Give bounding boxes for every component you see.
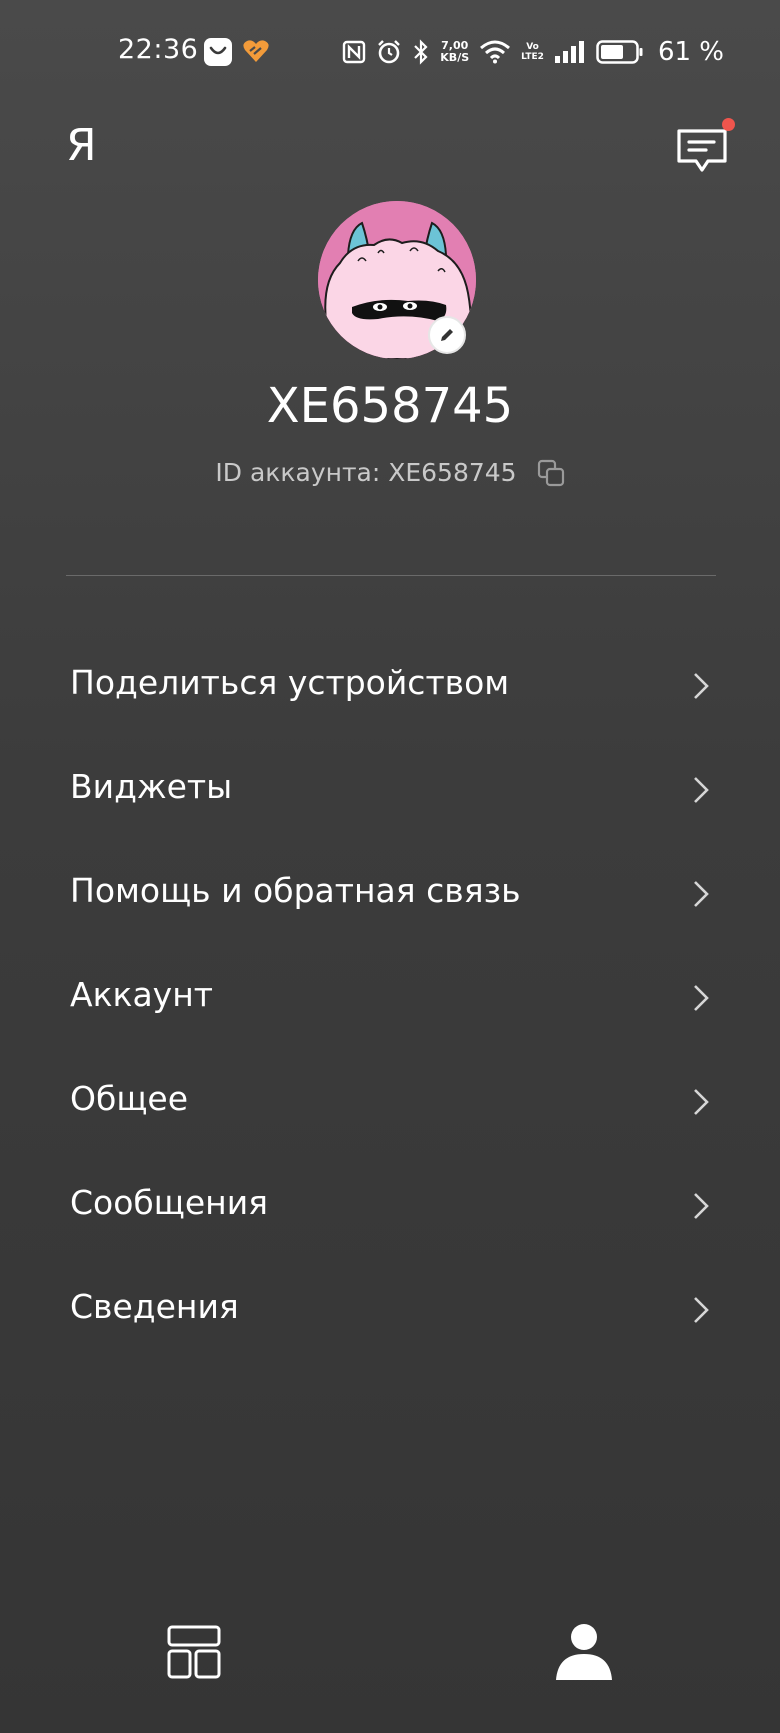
menu-item-share-device[interactable]: Поделиться устройством	[0, 633, 780, 737]
menu-item-label: Помощь и обратная связь	[70, 871, 521, 910]
account-id: ID аккаунта: XE658745	[215, 458, 517, 487]
menu-item-about[interactable]: Сведения	[0, 1257, 780, 1361]
menu-item-label: Сообщения	[70, 1183, 269, 1222]
status-icons: 7,00 KB/S Vo LTE2 61 %	[342, 32, 724, 72]
menu-item-label: Виджеты	[70, 767, 233, 806]
messages-button[interactable]	[676, 128, 732, 180]
signal-icon	[554, 41, 586, 63]
nav-home-button[interactable]	[166, 1624, 222, 1680]
page-title: Я	[66, 120, 97, 171]
app-heart-icon	[242, 38, 270, 68]
copy-icon[interactable]	[537, 459, 565, 487]
chevron-right-icon	[694, 985, 709, 1011]
menu-item-label: Сведения	[70, 1287, 239, 1326]
layout-icon	[167, 1625, 221, 1679]
chevron-right-icon	[694, 1193, 709, 1219]
battery-icon	[596, 40, 644, 64]
menu-item-messages[interactable]: Сообщения	[0, 1153, 780, 1257]
chevron-right-icon	[694, 881, 709, 907]
wifi-icon	[479, 40, 511, 64]
account-id-row: ID аккаунта: XE658745	[0, 458, 780, 487]
battery-percent: 61 %	[657, 37, 724, 67]
menu-item-help-feedback[interactable]: Помощь и обратная связь	[0, 841, 780, 945]
chat-icon	[677, 129, 727, 172]
pencil-icon	[441, 329, 453, 341]
network-speed: 7,00 KB/S	[440, 39, 470, 64]
menu-item-label: Аккаунт	[70, 975, 213, 1014]
menu-item-label: Общее	[70, 1079, 189, 1118]
app-face-icon	[204, 38, 232, 66]
person-icon	[556, 1624, 612, 1680]
alarm-icon	[376, 39, 402, 65]
chevron-right-icon	[694, 673, 709, 699]
username: XE658745	[266, 378, 514, 434]
bottom-nav	[0, 1600, 780, 1733]
unread-badge	[722, 118, 735, 131]
menu-item-general[interactable]: Общее	[0, 1049, 780, 1153]
chevron-right-icon	[694, 1089, 709, 1115]
volte-icon: Vo LTE2	[521, 42, 544, 62]
edit-avatar-button[interactable]	[428, 316, 466, 354]
chevron-right-icon	[694, 777, 709, 803]
settings-menu: Поделиться устройством Виджеты Помощь и …	[0, 633, 780, 1361]
nav-profile-button[interactable]	[554, 1622, 614, 1682]
chevron-right-icon	[694, 1297, 709, 1323]
divider	[66, 575, 716, 576]
status-time: 22:36	[118, 34, 199, 65]
bluetooth-icon	[412, 39, 430, 65]
nfc-icon	[342, 40, 366, 64]
menu-item-label: Поделиться устройством	[70, 663, 510, 702]
status-bar: 22:36 7,00 KB/S Vo LTE2 61 %	[0, 0, 780, 104]
menu-item-widgets[interactable]: Виджеты	[0, 737, 780, 841]
menu-item-account[interactable]: Аккаунт	[0, 945, 780, 1049]
